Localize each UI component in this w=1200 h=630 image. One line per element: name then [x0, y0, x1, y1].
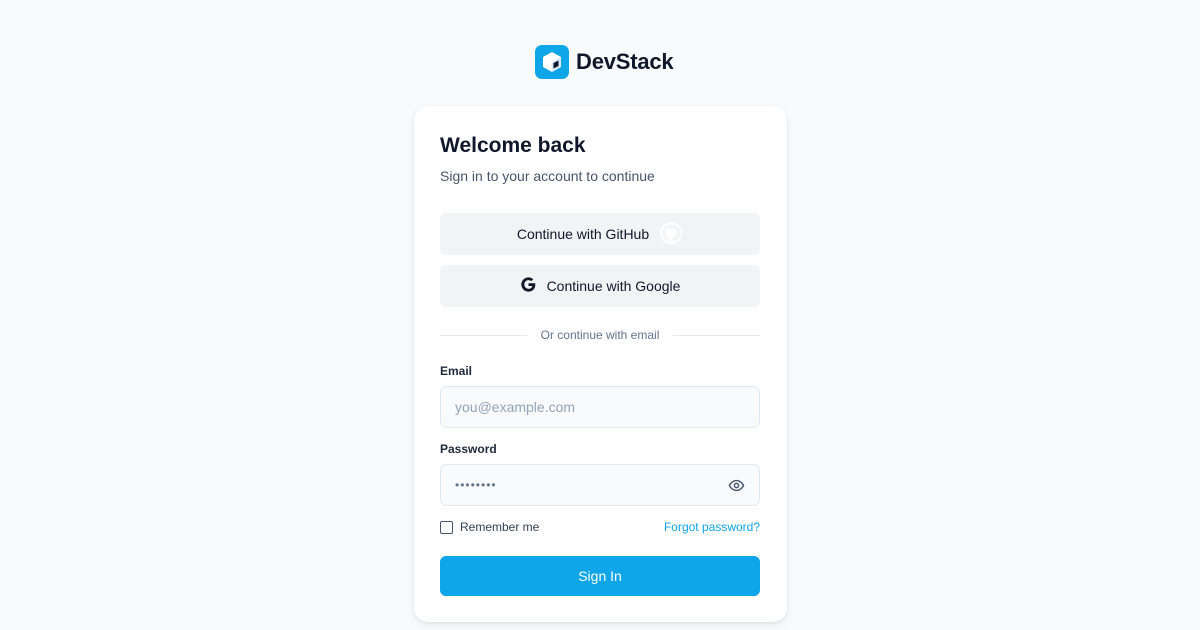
email-field[interactable] [455, 399, 745, 415]
password-masked-value: •••••••• [455, 478, 497, 492]
cube-icon [535, 45, 569, 79]
sign-in-button[interactable]: Sign In [440, 556, 760, 596]
remember-me[interactable]: Remember me [440, 520, 539, 534]
page-subtitle: Sign in to your account to continue [440, 168, 655, 184]
remember-me-label: Remember me [460, 520, 540, 534]
sign-in-button-label: Sign In [578, 568, 622, 584]
remember-me-checkbox[interactable] [440, 520, 453, 534]
divider-line-right [673, 334, 760, 336]
sign-in-page: DevStack Welcome back Sign in to your ac… [0, 0, 1200, 630]
github-sign-in-button[interactable]: Continue with GitHub [440, 213, 760, 255]
brand-name: DevStack [576, 49, 674, 74]
forgot-password-link[interactable]: Forgot password? [664, 520, 760, 534]
google-button-label: Continue with Google [546, 278, 681, 294]
password-field[interactable]: •••••••• [440, 464, 760, 506]
divider-line-left [440, 334, 527, 336]
email-label: Email [440, 364, 473, 378]
google-icon [520, 276, 537, 296]
email-divider: Or continue with email [440, 326, 760, 344]
eye-icon[interactable] [727, 476, 745, 494]
brand: DevStack [535, 45, 674, 79]
github-button-label: Continue with GitHub [516, 226, 650, 242]
page-title: Welcome back [440, 134, 586, 157]
email-field-wrapper [440, 386, 760, 428]
google-sign-in-button[interactable]: Continue with Google [440, 265, 760, 307]
sign-in-card: Welcome back Sign in to your account to … [414, 106, 787, 622]
github-icon [659, 221, 683, 248]
password-label: Password [440, 442, 497, 456]
divider-text: Or continue with email [540, 328, 660, 342]
